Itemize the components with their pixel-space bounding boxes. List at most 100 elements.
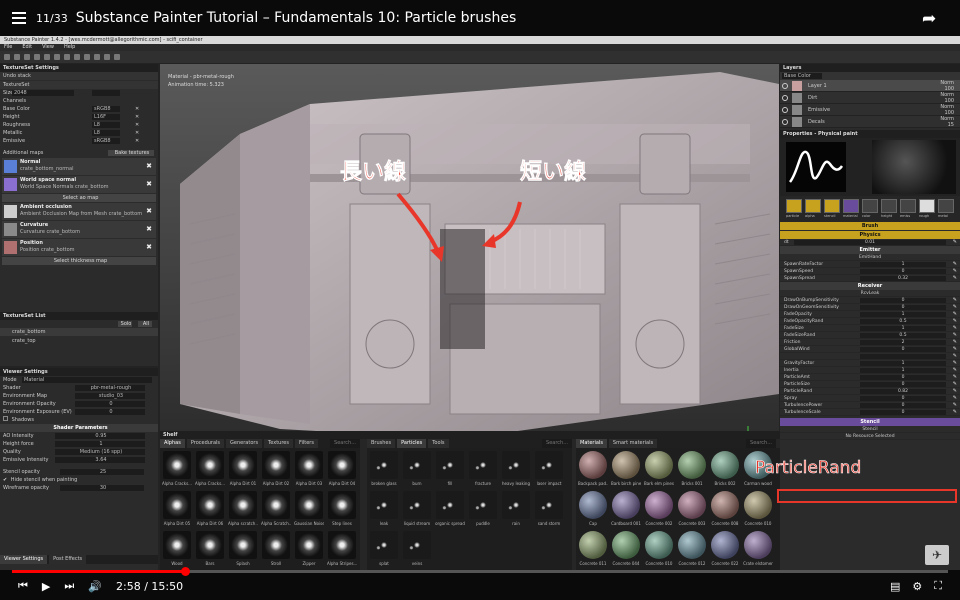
particle-thumbnail[interactable]: [535, 451, 563, 479]
viewer-setting-value[interactable]: 0: [75, 401, 145, 407]
edit-icon[interactable]: ✎: [953, 311, 957, 318]
property-slot-height[interactable]: [881, 199, 897, 213]
additional-map-item[interactable]: Ambient occlusion Ambient Occlusion Map f…: [2, 203, 156, 220]
edit-icon[interactable]: ✎: [953, 395, 957, 402]
remove-channel-icon[interactable]: ✕: [135, 113, 139, 121]
layer-row[interactable]: Layer 1 Norm 100: [780, 80, 960, 92]
material-thumbnail[interactable]: [579, 451, 607, 479]
edit-icon[interactable]: ✎: [953, 402, 957, 409]
remove-channel-icon[interactable]: ✕: [135, 129, 139, 137]
select-thickness-map-button[interactable]: Select thickness map: [2, 257, 156, 265]
particle-thumbnail[interactable]: [535, 491, 563, 519]
select-ao-map-button[interactable]: Select ao map: [2, 194, 156, 202]
menu-edit[interactable]: Edit: [22, 44, 32, 51]
3d-viewport[interactable]: X Material - pbr-metal-rough Animation t…: [160, 64, 779, 458]
dt-slider[interactable]: 0.01: [794, 240, 946, 245]
polygon-fill-icon[interactable]: [74, 54, 80, 60]
visibility-icon[interactable]: [782, 107, 788, 113]
remove-map-icon[interactable]: ✖: [146, 225, 152, 233]
brush-tool-icon[interactable]: ✈: [925, 545, 949, 565]
param-slider[interactable]: 1: [860, 262, 946, 267]
layer-row[interactable]: Decals Norm 15: [780, 116, 960, 128]
param-slider[interactable]: 0: [860, 410, 946, 415]
paint-tool-icon[interactable]: [4, 54, 10, 60]
remove-map-icon[interactable]: ✖: [146, 162, 152, 170]
menu-help[interactable]: Help: [64, 44, 75, 51]
property-slot-emiss[interactable]: [900, 199, 916, 213]
picker-tool-icon[interactable]: [54, 54, 60, 60]
material-thumbnail[interactable]: [711, 531, 739, 559]
visibility-icon[interactable]: [782, 119, 788, 125]
tab-particles[interactable]: Particles: [397, 439, 427, 448]
property-slot-material[interactable]: [843, 199, 859, 213]
edit-icon[interactable]: ✎: [953, 353, 957, 360]
particle-thumbnail[interactable]: [469, 491, 497, 519]
alpha-thumbnail[interactable]: [295, 491, 323, 519]
shadows-row[interactable]: Shadows: [0, 416, 158, 424]
material-thumbnail[interactable]: [711, 491, 739, 519]
visibility-icon[interactable]: [782, 95, 788, 101]
particle-thumbnail[interactable]: [436, 491, 464, 519]
additional-map-item[interactable]: World space normal World Space Normals cr…: [2, 176, 156, 193]
param-slider[interactable]: 0.32: [860, 276, 946, 281]
edit-icon[interactable]: ✎: [953, 388, 957, 395]
param-slider[interactable]: 0: [860, 298, 946, 303]
hide-stencil-row[interactable]: ✔ Hide stencil when painting: [0, 476, 158, 484]
particle-tool-icon[interactable]: [64, 54, 70, 60]
shader-param-value[interactable]: 0.95: [55, 433, 145, 439]
physics-section[interactable]: Physics: [780, 231, 960, 239]
edit-icon[interactable]: ✎: [953, 325, 957, 332]
param-slider[interactable]: 0.5: [860, 333, 946, 338]
material-thumbnail[interactable]: [678, 531, 706, 559]
remove-map-icon[interactable]: ✖: [146, 207, 152, 215]
previous-icon[interactable]: ⏮: [18, 579, 28, 593]
tab-viewer-settings[interactable]: Viewer Settings: [0, 555, 48, 564]
remove-channel-icon[interactable]: ✕: [135, 121, 139, 129]
tab-generators[interactable]: Generators: [226, 439, 263, 448]
alpha-thumbnail[interactable]: [163, 531, 191, 559]
alpha-thumbnail[interactable]: [196, 491, 224, 519]
edit-icon[interactable]: ✎: [953, 275, 957, 282]
fullscreen-icon[interactable]: ⛶: [934, 579, 942, 593]
remove-map-icon[interactable]: ✖: [146, 180, 152, 188]
alpha-thumbnail[interactable]: [295, 451, 323, 479]
param-slider[interactable]: 1: [860, 361, 946, 366]
alpha-thumbnail[interactable]: [163, 491, 191, 519]
captions-icon[interactable]: ▤: [890, 580, 900, 593]
channel-format-select[interactable]: L8: [92, 122, 120, 128]
material-thumbnail[interactable]: [612, 451, 640, 479]
viewer-setting-value[interactable]: studio_03: [75, 393, 145, 399]
all-button[interactable]: All: [138, 321, 152, 327]
material-thumbnail[interactable]: [744, 491, 772, 519]
remove-channel-icon[interactable]: ✕: [135, 105, 139, 113]
property-slot-metal[interactable]: [938, 199, 954, 213]
brush-section[interactable]: Brush: [780, 222, 960, 230]
edit-icon[interactable]: ✎: [953, 268, 957, 275]
tab-filters[interactable]: Filters: [294, 439, 318, 448]
particle-thumbnail[interactable]: [370, 491, 398, 519]
settings-icon[interactable]: ⚙: [912, 580, 922, 593]
param-slider[interactable]: 1: [860, 368, 946, 373]
channel-format-select[interactable]: L8: [92, 130, 120, 136]
visibility-icon[interactable]: [782, 83, 788, 89]
eraser-tool-icon[interactable]: [14, 54, 20, 60]
alpha-thumbnail[interactable]: [229, 531, 257, 559]
bake-textures-button[interactable]: Bake textures: [108, 150, 154, 156]
viewer-setting-value[interactable]: pbr-metal-rough: [75, 385, 145, 391]
particle-thumbnail[interactable]: [502, 491, 530, 519]
particle-thumbnail[interactable]: [370, 531, 398, 559]
viewer-setting-value[interactable]: 0: [75, 409, 145, 415]
particle-thumbnail[interactable]: [370, 451, 398, 479]
channel-format-select[interactable]: L16F: [92, 114, 120, 120]
progress-scrubber[interactable]: [181, 567, 190, 576]
param-slider[interactable]: 0: [860, 269, 946, 274]
shadows-checkbox[interactable]: [3, 416, 8, 421]
shader-param-value[interactable]: Medium (16 spp): [55, 449, 145, 455]
edit-icon[interactable]: ✎: [953, 367, 957, 374]
alpha-thumbnail[interactable]: [163, 451, 191, 479]
alpha-thumbnail[interactable]: [196, 451, 224, 479]
param-slider[interactable]: 0: [860, 382, 946, 387]
param-slider[interactable]: 0.5: [860, 319, 946, 324]
shader-param-value[interactable]: 3.64: [55, 457, 145, 463]
param-slider[interactable]: 0: [860, 396, 946, 401]
